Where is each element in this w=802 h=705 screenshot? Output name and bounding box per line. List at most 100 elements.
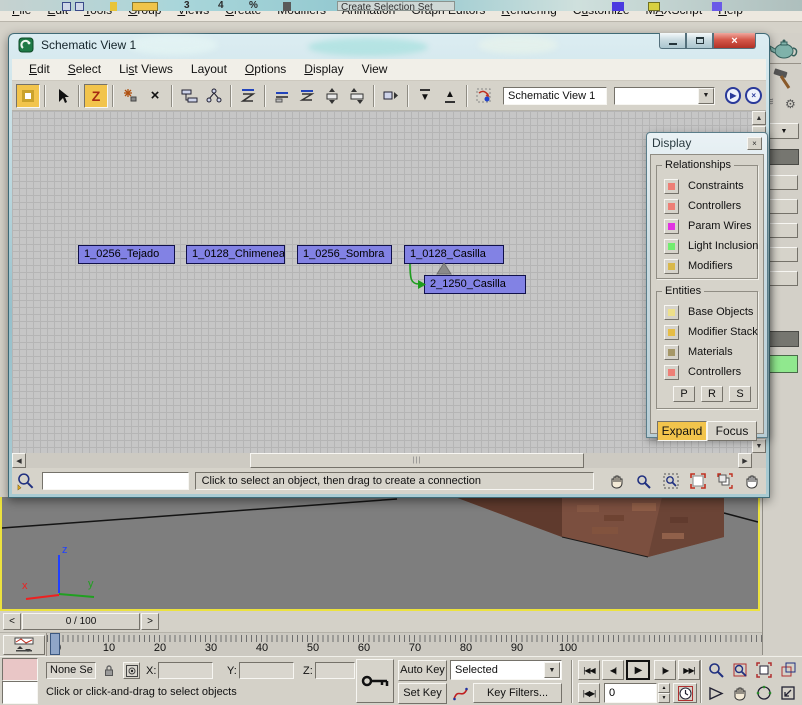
horizontal-scrollbar[interactable]: ◀ ||| ▶ xyxy=(12,453,752,468)
color-swatch-button[interactable] xyxy=(664,365,679,380)
parent-arrow-icon[interactable] xyxy=(437,263,451,274)
color-swatch-button[interactable] xyxy=(664,325,679,340)
key-mode-combo[interactable]: Selected ▼ xyxy=(450,660,562,680)
next-frame-slider-button[interactable]: > xyxy=(141,613,159,630)
selection-lock-toggle[interactable] xyxy=(101,662,117,678)
schematic-menu-item[interactable]: Layout xyxy=(182,59,236,80)
scroll-down-button[interactable]: ▼ xyxy=(752,439,766,453)
schematic-menu-item[interactable]: Display xyxy=(295,59,352,80)
zoom-extents-button[interactable] xyxy=(687,471,708,492)
current-frame-marker[interactable] xyxy=(50,633,60,655)
arrange-children-button[interactable] xyxy=(270,84,294,108)
delete-objects-button[interactable]: × xyxy=(143,84,167,108)
color-swatch-button[interactable] xyxy=(664,179,679,194)
maxscript-mini-listener-macro[interactable] xyxy=(2,658,38,681)
reference-mode-button[interactable] xyxy=(202,84,226,108)
bookmark-combo[interactable]: ▼ xyxy=(614,87,714,105)
key-filters-button[interactable]: Key Filters... xyxy=(473,683,562,703)
teapot-icon[interactable] xyxy=(769,37,799,61)
zoom-region-button[interactable] xyxy=(660,471,681,492)
prs-button[interactable]: R xyxy=(701,386,723,402)
floater-close-button[interactable]: × xyxy=(747,137,762,150)
schematic-menu-item[interactable]: View xyxy=(353,59,397,80)
expand-selected-button[interactable]: ▼ xyxy=(413,84,437,108)
color-swatch-button[interactable] xyxy=(664,345,679,360)
schematic-menu-item[interactable]: Select xyxy=(59,59,110,80)
utilities-hammer-icon[interactable] xyxy=(772,67,794,91)
key-mode-toggle-button[interactable]: |◀▶| xyxy=(578,683,600,703)
snap-toolbar-glyph[interactable]: 3 xyxy=(184,0,190,11)
zoom-viewport-button[interactable] xyxy=(704,660,727,680)
pan-button[interactable] xyxy=(606,471,627,492)
unlink-selected-button[interactable] xyxy=(118,84,142,108)
scroll-left-button[interactable]: ◀ xyxy=(12,453,26,468)
schematic-search-input[interactable] xyxy=(42,472,189,490)
rollout-button[interactable] xyxy=(768,223,798,238)
spinner-up-icon[interactable]: ▲ xyxy=(658,683,670,693)
open-mini-curve-editor-button[interactable] xyxy=(3,635,45,655)
color-swatch-button[interactable] xyxy=(664,219,679,234)
always-arrange-button[interactable] xyxy=(236,84,260,108)
color-swatch-button[interactable] xyxy=(768,355,798,373)
previous-frame-slider-button[interactable]: < xyxy=(3,613,21,630)
maximize-button[interactable] xyxy=(686,33,713,49)
chevron-down-icon[interactable]: ▼ xyxy=(698,88,714,104)
arc-rotate-button[interactable] xyxy=(752,683,775,703)
zoom-extents-button[interactable] xyxy=(752,660,775,680)
color-swatch-button[interactable] xyxy=(664,199,679,214)
collapse-selected-button[interactable]: ▲ xyxy=(438,84,462,108)
spinner-down-icon[interactable]: ▼ xyxy=(658,693,670,703)
set-keys-button[interactable] xyxy=(356,659,394,703)
pan-to-selected-button[interactable] xyxy=(741,471,762,492)
schematic-node[interactable]: 1_0256_Sombra xyxy=(297,245,392,264)
prs-button[interactable]: S xyxy=(729,386,751,402)
expand-button[interactable]: Expand xyxy=(657,421,707,441)
snap-toolbar-glyph[interactable]: 4 xyxy=(218,0,224,11)
scroll-right-button[interactable]: ▶ xyxy=(738,453,752,468)
floater-titlebar[interactable]: Display × xyxy=(647,133,767,153)
absolute-mode-toggle[interactable] xyxy=(123,662,140,679)
go-to-end-button[interactable]: ▶▶| xyxy=(678,660,700,680)
minimize-button[interactable] xyxy=(659,33,686,49)
z-coord-field[interactable] xyxy=(315,662,355,679)
y-coord-field[interactable] xyxy=(239,662,294,679)
color-swatch-button[interactable] xyxy=(664,259,679,274)
rollout-button[interactable] xyxy=(768,247,798,262)
zoom-extents-all-button[interactable] xyxy=(776,660,799,680)
zoom-extents-selected-button[interactable] xyxy=(714,471,735,492)
move-children-button[interactable] xyxy=(379,84,403,108)
free-all-button[interactable] xyxy=(345,84,369,108)
configure-gear-icon[interactable]: ⚙ xyxy=(785,97,796,111)
focus-button[interactable]: Focus xyxy=(707,421,757,441)
play-button[interactable]: ▶ xyxy=(626,660,650,680)
auto-key-button[interactable]: Auto Key xyxy=(398,660,447,681)
prs-button[interactable]: P xyxy=(673,386,695,402)
schematic-menu-item[interactable]: Options xyxy=(236,59,295,80)
next-frame-button[interactable]: |▶ xyxy=(654,660,676,680)
maximize-viewport-toggle[interactable] xyxy=(776,683,799,703)
snap-toolbar-glyph[interactable]: % xyxy=(249,0,258,11)
pan-view-button[interactable] xyxy=(728,683,751,703)
next-bookmark-button[interactable]: ▶ xyxy=(725,87,742,104)
scroll-up-button[interactable]: ▲ xyxy=(752,111,766,125)
go-to-start-button[interactable]: |◀◀ xyxy=(578,660,600,680)
schematic-node[interactable]: 2_1250_Casilla xyxy=(424,275,526,294)
zoom-all-button[interactable] xyxy=(728,660,751,680)
color-swatch-button[interactable] xyxy=(664,305,679,320)
schematic-node[interactable]: 1_0128_Casilla xyxy=(404,245,504,264)
previous-frame-button[interactable]: ◀| xyxy=(602,660,624,680)
x-coord-field[interactable] xyxy=(158,662,213,679)
frame-spinner[interactable]: ▲ ▼ xyxy=(658,683,670,703)
rollout-button[interactable] xyxy=(768,199,798,214)
perspective-viewport[interactable]: z x y xyxy=(0,497,760,611)
timeline-ruler[interactable]: 0102030405060708090100 xyxy=(46,633,762,657)
select-button[interactable] xyxy=(50,84,74,108)
default-in-out-tangents-button[interactable] xyxy=(450,683,470,703)
set-key-button[interactable]: Set Key xyxy=(398,683,447,704)
arrange-selected-button[interactable] xyxy=(295,84,319,108)
rollout-button[interactable] xyxy=(768,175,798,190)
connect-button[interactable]: Z xyxy=(84,84,108,108)
color-swatch-button[interactable] xyxy=(664,239,679,254)
rollout-button[interactable] xyxy=(768,271,798,286)
free-selected-button[interactable] xyxy=(320,84,344,108)
